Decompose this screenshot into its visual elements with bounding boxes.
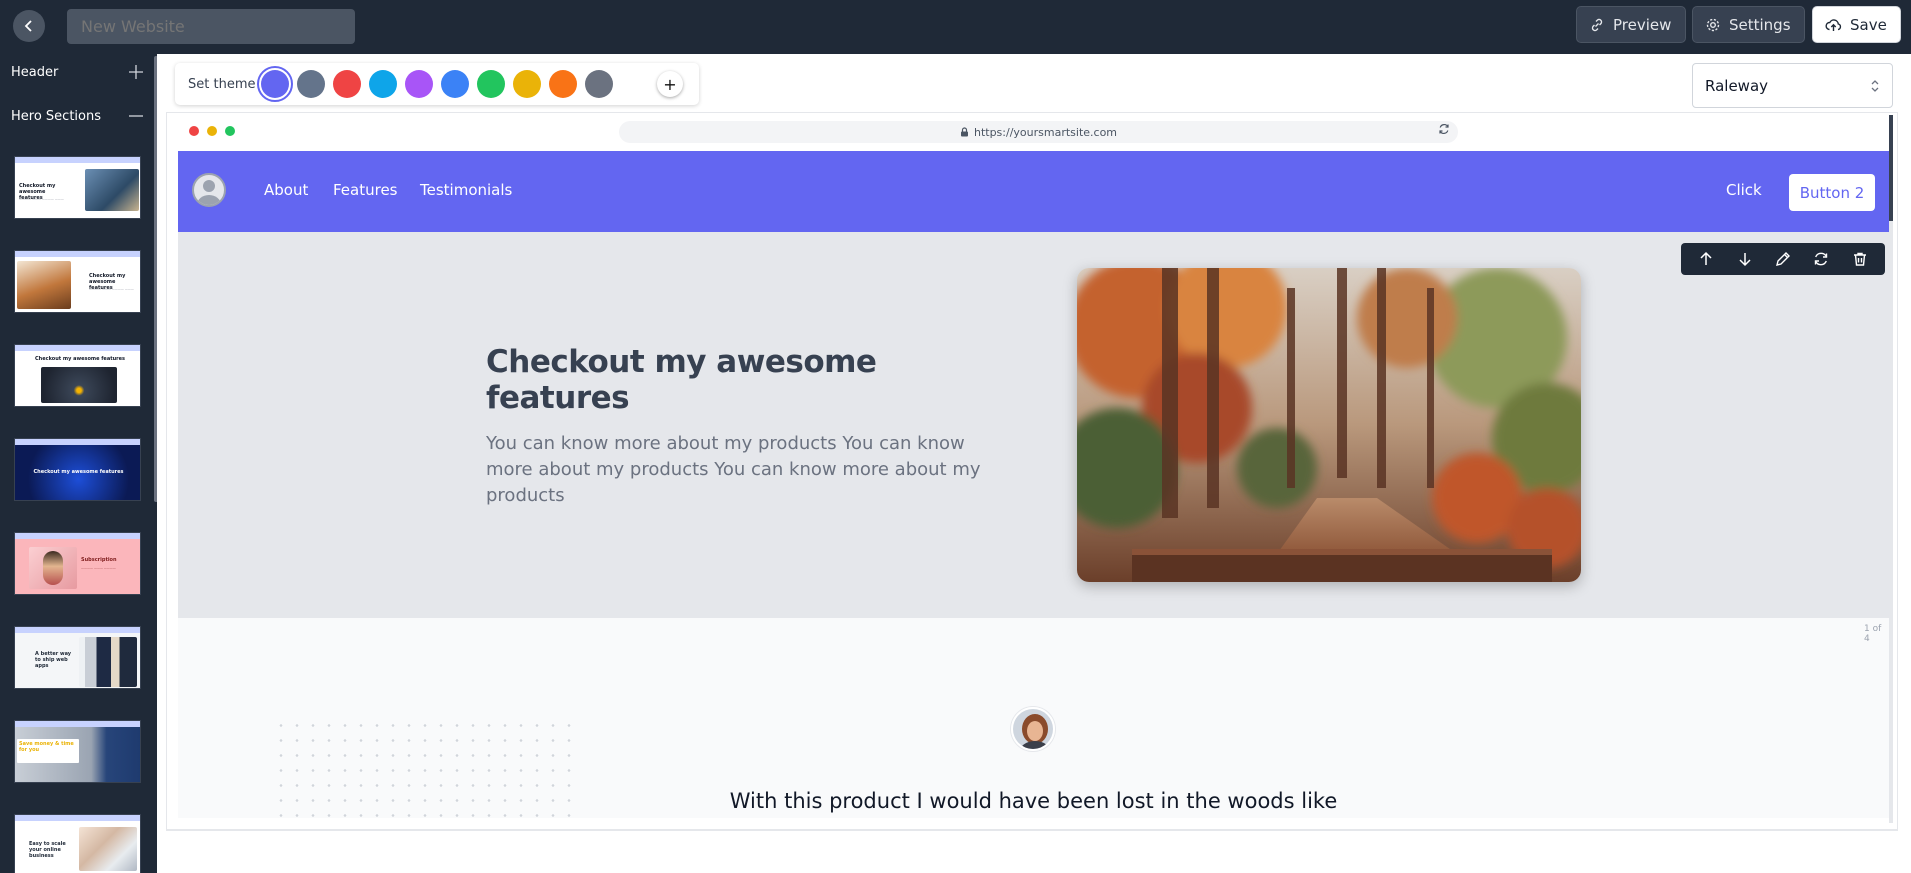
preview-scrollbar[interactable] [1889, 115, 1893, 823]
chevron-left-icon [24, 20, 32, 32]
move-up-button[interactable] [1692, 245, 1720, 273]
testimonial-quote: With this product I would have been lost… [729, 789, 1338, 813]
hero-template-6[interactable]: A better way to ship web apps [14, 626, 141, 689]
thumb-title: Save money & time for you [19, 741, 74, 753]
add-theme-button[interactable]: + [657, 71, 683, 97]
theme-swatch-6[interactable] [441, 70, 470, 98]
arrow-up-icon [1700, 251, 1712, 265]
canvas-divider [166, 830, 1898, 831]
site-name-input[interactable] [67, 9, 355, 44]
link-icon [1591, 18, 1603, 31]
theme-label: Set theme [188, 76, 256, 92]
nav-click-link[interactable]: Click [1726, 181, 1762, 199]
site-header[interactable]: About Features Testimonials Click Button… [178, 151, 1889, 232]
thumb-title: Subscription [81, 557, 117, 563]
theme-swatch-1[interactable] [257, 66, 294, 102]
arrow-down-icon [1739, 253, 1751, 267]
thumb-title: Checkout my awesome features [35, 356, 125, 362]
section-page-count: 1 of 4 [1864, 624, 1882, 644]
save-button[interactable]: Save [1812, 6, 1901, 43]
hero-section[interactable]: Checkout my awesome features You can kno… [178, 232, 1889, 618]
move-down-button[interactable] [1731, 245, 1759, 273]
theme-swatch-8[interactable] [513, 70, 542, 98]
window-minimize-dot [207, 126, 217, 136]
chevron-up-down-icon [1871, 79, 1879, 92]
theme-swatch-9[interactable] [549, 70, 578, 98]
window-close-dot [189, 126, 199, 136]
theme-swatch-7[interactable] [477, 70, 506, 98]
refresh-icon [1439, 123, 1449, 135]
testimonial-section[interactable]: 1 of 4 With this product I would have be… [178, 618, 1889, 818]
theme-swatches [257, 66, 621, 102]
hero-image [1077, 268, 1581, 582]
lock-icon [960, 127, 968, 137]
trash-icon [1853, 252, 1866, 266]
hero-template-8[interactable]: Easy to scale your online business [14, 814, 141, 873]
swap-button[interactable] [1807, 245, 1835, 273]
site-logo-avatar[interactable] [192, 173, 226, 207]
theme-swatch-2[interactable] [297, 70, 326, 98]
back-button[interactable] [13, 10, 45, 42]
person-portrait [1013, 709, 1053, 749]
sidebar-item-label: Header [11, 64, 59, 80]
sidebar-item-label: Hero Sections [11, 108, 101, 124]
user-avatar-icon [197, 180, 221, 205]
sidebar-item-hero-sections[interactable]: Hero Sections [0, 98, 157, 134]
theme-bar: Set theme [175, 63, 699, 105]
hero-template-7[interactable]: Save money & time for you [14, 720, 141, 783]
theme-swatch-4[interactable] [369, 70, 398, 98]
hero-title: Checkout my awesome features [486, 344, 877, 416]
nav-link-features[interactable]: Features [333, 181, 398, 199]
hero-template-4[interactable]: Checkout my awesome features [14, 438, 141, 501]
hero-template-2[interactable]: Checkout my awesome features ———— ——— ——… [14, 250, 141, 313]
url-text: https://yoursmartsite.com [973, 125, 1118, 139]
cloud-upload-icon [1825, 18, 1842, 31]
hero-template-3[interactable]: Checkout my awesome features [14, 344, 141, 407]
hero-image-forest [1077, 268, 1581, 582]
section-toolbox [1681, 243, 1885, 275]
sidebar-item-header[interactable]: Header [0, 54, 157, 90]
hero-text: You can know more about my products You … [486, 433, 981, 506]
nav-button-2[interactable]: Button 2 [1789, 174, 1875, 211]
nav-link-testimonials[interactable]: Testimonials [420, 181, 512, 199]
minus-icon [129, 115, 143, 117]
sidebar: Header Hero Sections Checkout my awesome… [0, 54, 157, 873]
plus-icon [129, 65, 143, 79]
refresh-icon [1815, 252, 1828, 266]
thumb-title: Checkout my awesome features [33, 469, 124, 475]
thumb-title: Easy to scale your online business [29, 841, 66, 859]
font-select-value: Raleway [1705, 76, 1769, 95]
save-label: Save [1850, 15, 1887, 34]
window-maximize-dot [225, 126, 235, 136]
hero-template-1[interactable]: Checkout my awesome features ———— ——— ——… [14, 156, 141, 219]
theme-swatch-3[interactable] [333, 70, 362, 98]
nav-link-about[interactable]: About [264, 181, 308, 199]
testimonial-avatar [1011, 707, 1055, 751]
url-bar: https://yoursmartsite.com [619, 121, 1458, 143]
settings-label: Settings [1729, 15, 1791, 34]
top-bar: Preview Settings Save [0, 0, 1911, 54]
edit-button[interactable] [1769, 245, 1797, 273]
plus-icon: + [663, 74, 677, 94]
settings-button[interactable]: Settings [1692, 6, 1805, 43]
preview-label: Preview [1613, 15, 1672, 34]
gear-icon [1706, 18, 1720, 31]
hero-template-5[interactable]: Subscription ———— ——— ———— [14, 532, 141, 595]
browser-chrome: https://yoursmartsite.com [178, 118, 1890, 148]
preview-button[interactable]: Preview [1576, 6, 1686, 43]
theme-swatch-5[interactable] [405, 70, 434, 98]
font-select[interactable]: Raleway [1692, 63, 1893, 108]
pencil-icon [1776, 252, 1790, 266]
delete-button[interactable] [1846, 245, 1874, 273]
theme-swatch-10[interactable] [585, 70, 614, 98]
thumb-title: A better way to ship web apps [35, 651, 72, 669]
